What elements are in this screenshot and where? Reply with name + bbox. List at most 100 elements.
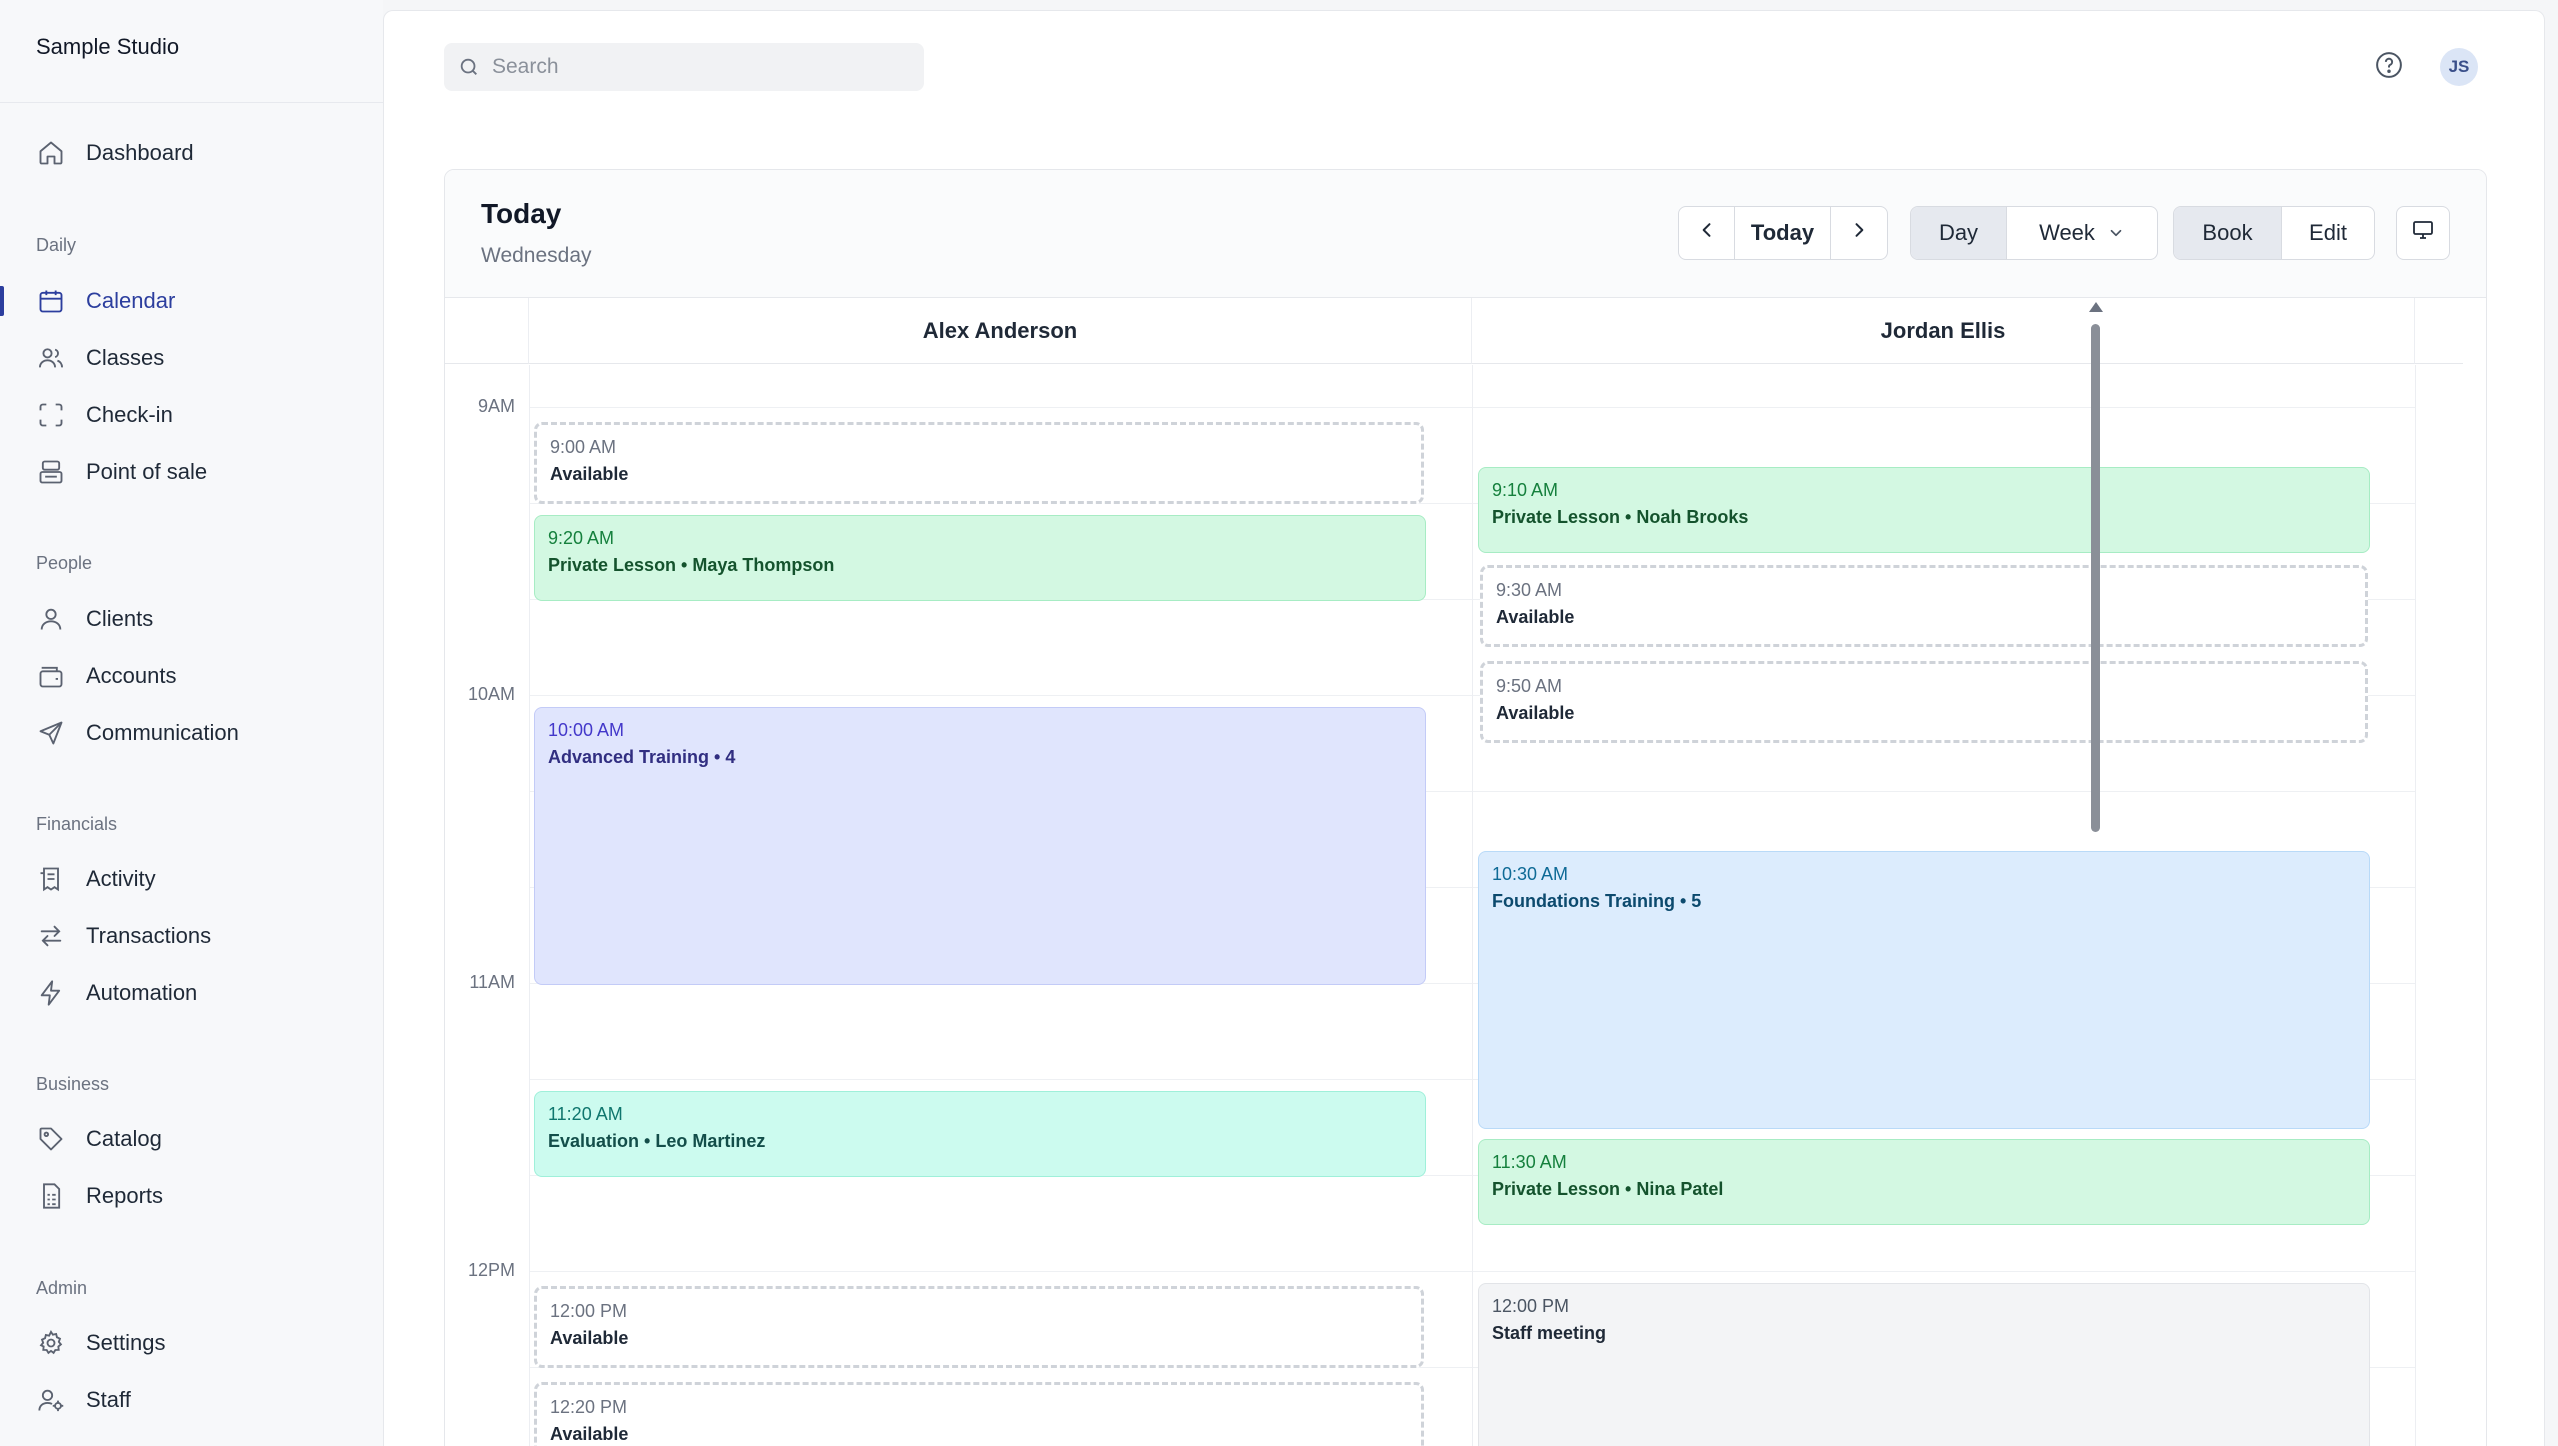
available-slot[interactable]: 9:00 AM Available xyxy=(534,422,1424,504)
staff-meeting-block[interactable]: 12:00 PM Staff meeting xyxy=(1478,1283,2370,1446)
calendar-icon xyxy=(36,286,66,316)
scan-icon xyxy=(36,400,66,430)
receipt-icon xyxy=(36,864,66,894)
wallet-icon xyxy=(36,661,66,691)
hour-label: 10AM xyxy=(467,684,515,704)
view-week-label: Week xyxy=(2039,220,2095,245)
search-bar[interactable] xyxy=(444,43,924,91)
sidebar-item-automation[interactable]: Automation xyxy=(36,973,197,1013)
sidebar-item-transactions[interactable]: Transactions xyxy=(36,916,211,956)
search-icon xyxy=(458,56,480,78)
sidebar-item-label: Communication xyxy=(86,720,239,745)
scroll-up-arrow-icon[interactable] xyxy=(2089,302,2103,312)
sidebar-item-accounts[interactable]: Accounts xyxy=(36,656,177,696)
sidebar-item-staff[interactable]: Staff xyxy=(36,1380,131,1420)
next-day-button[interactable] xyxy=(1831,207,1887,259)
chevron-right-icon xyxy=(1849,220,1869,246)
mode-book-button[interactable]: Book xyxy=(2174,207,2282,259)
send-icon xyxy=(36,718,66,748)
sidebar-item-label: Settings xyxy=(86,1330,166,1355)
sidebar-item-check-in[interactable]: Check-in xyxy=(36,395,173,435)
gear-icon xyxy=(36,1328,66,1358)
brand-name: Sample Studio xyxy=(36,34,180,59)
calendar-header: Today Wednesday Today Day Week Book Edit xyxy=(445,170,2486,298)
event-title: Available xyxy=(550,1424,629,1444)
event-time: 12:20 PM xyxy=(550,1397,628,1417)
sidebar-item-activity[interactable]: Activity xyxy=(36,859,156,899)
event-title: Available xyxy=(550,464,629,484)
sidebar-item-label: Clients xyxy=(86,606,154,631)
available-slot[interactable]: 12:00 PM Available xyxy=(534,1286,1424,1368)
sidebar-item-classes[interactable]: Classes xyxy=(36,338,164,378)
event-title: Staff meeting xyxy=(1492,1323,1607,1343)
sidebar-item-label: Classes xyxy=(86,345,165,370)
user-icon xyxy=(36,604,66,634)
mode-edit-button[interactable]: Edit xyxy=(2282,207,2374,259)
appointment-card[interactable]: 9:20 AM Private Lesson • Maya Thompson xyxy=(534,515,1426,601)
class-card[interactable]: 10:00 AM Advanced Training • 4 xyxy=(534,707,1426,985)
column-header: Jordan Ellis xyxy=(1472,298,2415,364)
calendar-grid: 9AM 10AM 11AM 12PM 9:00 AM Available 9:2… xyxy=(445,365,2455,1446)
section-label-people: People xyxy=(36,553,93,573)
sidebar-item-communication[interactable]: Communication xyxy=(36,713,239,753)
sidebar-item-clients[interactable]: Clients xyxy=(36,599,153,639)
section-label-daily: Daily xyxy=(36,235,77,255)
sidebar-item-calendar[interactable]: Calendar xyxy=(36,281,175,321)
available-slot[interactable]: 9:30 AM Available xyxy=(1480,565,2368,647)
section-label-business: Business xyxy=(36,1074,110,1094)
view-day-button[interactable]: Day xyxy=(1911,207,2007,259)
sidebar-item-label: Calendar xyxy=(86,288,176,313)
mode-toggle: Book Edit xyxy=(2173,206,2375,260)
arrows-icon xyxy=(36,921,66,951)
event-title: Available xyxy=(550,1328,629,1348)
event-title: Private Lesson • Noah Brooks xyxy=(1492,507,1749,527)
calendar-scrollbar[interactable] xyxy=(2087,302,2103,1446)
appointment-card[interactable]: 9:10 AM Private Lesson • Noah Brooks xyxy=(1478,467,2370,553)
help-button[interactable] xyxy=(2371,49,2407,85)
display-mode-button[interactable] xyxy=(2397,207,2449,259)
section-label-financials: Financials xyxy=(36,814,118,834)
sidebar-item-point-of-sale[interactable]: Point of sale xyxy=(36,452,207,492)
sidebar-item-label: Transactions xyxy=(86,923,212,948)
sidebar-item-dashboard[interactable]: Dashboard xyxy=(36,133,194,173)
section-label-admin: Admin xyxy=(36,1278,88,1298)
scroll-gutter-header xyxy=(2415,298,2463,364)
monitor-icon xyxy=(2411,218,2435,248)
available-slot[interactable]: 12:20 PM Available xyxy=(534,1382,1424,1446)
tag-icon xyxy=(36,1124,66,1154)
bolt-icon xyxy=(36,978,66,1008)
sidebar-item-settings[interactable]: Settings xyxy=(36,1323,166,1363)
sidebar-item-catalog[interactable]: Catalog xyxy=(36,1119,162,1159)
today-button[interactable]: Today xyxy=(1735,207,1831,259)
sidebar-item-label: Check-in xyxy=(86,402,173,427)
display-button-wrap xyxy=(2396,206,2450,260)
sidebar-item-reports[interactable]: Reports xyxy=(36,1176,163,1216)
sidebar-item-label: Automation xyxy=(86,980,198,1005)
event-time: 9:10 AM xyxy=(1492,480,1559,500)
search-input[interactable] xyxy=(492,55,892,79)
sidebar-item-label: Catalog xyxy=(86,1126,162,1151)
hour-label: 11AM xyxy=(469,972,515,992)
sidebar-item-label: Point of sale xyxy=(86,459,208,484)
page-title: Today xyxy=(481,198,562,229)
sidebar-item-label: Dashboard xyxy=(86,140,194,165)
avatar[interactable]: JS xyxy=(2440,48,2478,86)
grid-line xyxy=(1472,365,1473,1446)
view-toggle: Day Week xyxy=(1910,206,2158,260)
prev-day-button[interactable] xyxy=(1679,207,1735,259)
class-card[interactable]: 10:30 AM Foundations Training • 5 xyxy=(1478,851,2370,1129)
divider xyxy=(0,102,383,103)
hour-label: 12PM xyxy=(467,1260,515,1280)
available-slot[interactable]: 9:50 AM Available xyxy=(1480,661,2368,743)
event-time: 9:00 AM xyxy=(550,437,617,457)
appointment-card[interactable]: 11:20 AM Evaluation • Leo Martinez xyxy=(534,1091,1426,1177)
appointment-card[interactable]: 11:30 AM Private Lesson • Nina Patel xyxy=(1478,1139,2370,1225)
sidebar: Sample Studio Dashboard Daily Calendar C… xyxy=(0,0,383,1446)
scroll-thumb[interactable] xyxy=(2091,324,2100,832)
grid-line xyxy=(2415,365,2416,1446)
chevron-down-icon xyxy=(2107,224,2125,242)
sidebar-item-label: Staff xyxy=(86,1387,131,1412)
event-title: Available xyxy=(1496,703,1575,723)
view-week-button[interactable]: Week xyxy=(2007,207,2157,259)
event-time: 11:30 AM xyxy=(1492,1152,1567,1172)
